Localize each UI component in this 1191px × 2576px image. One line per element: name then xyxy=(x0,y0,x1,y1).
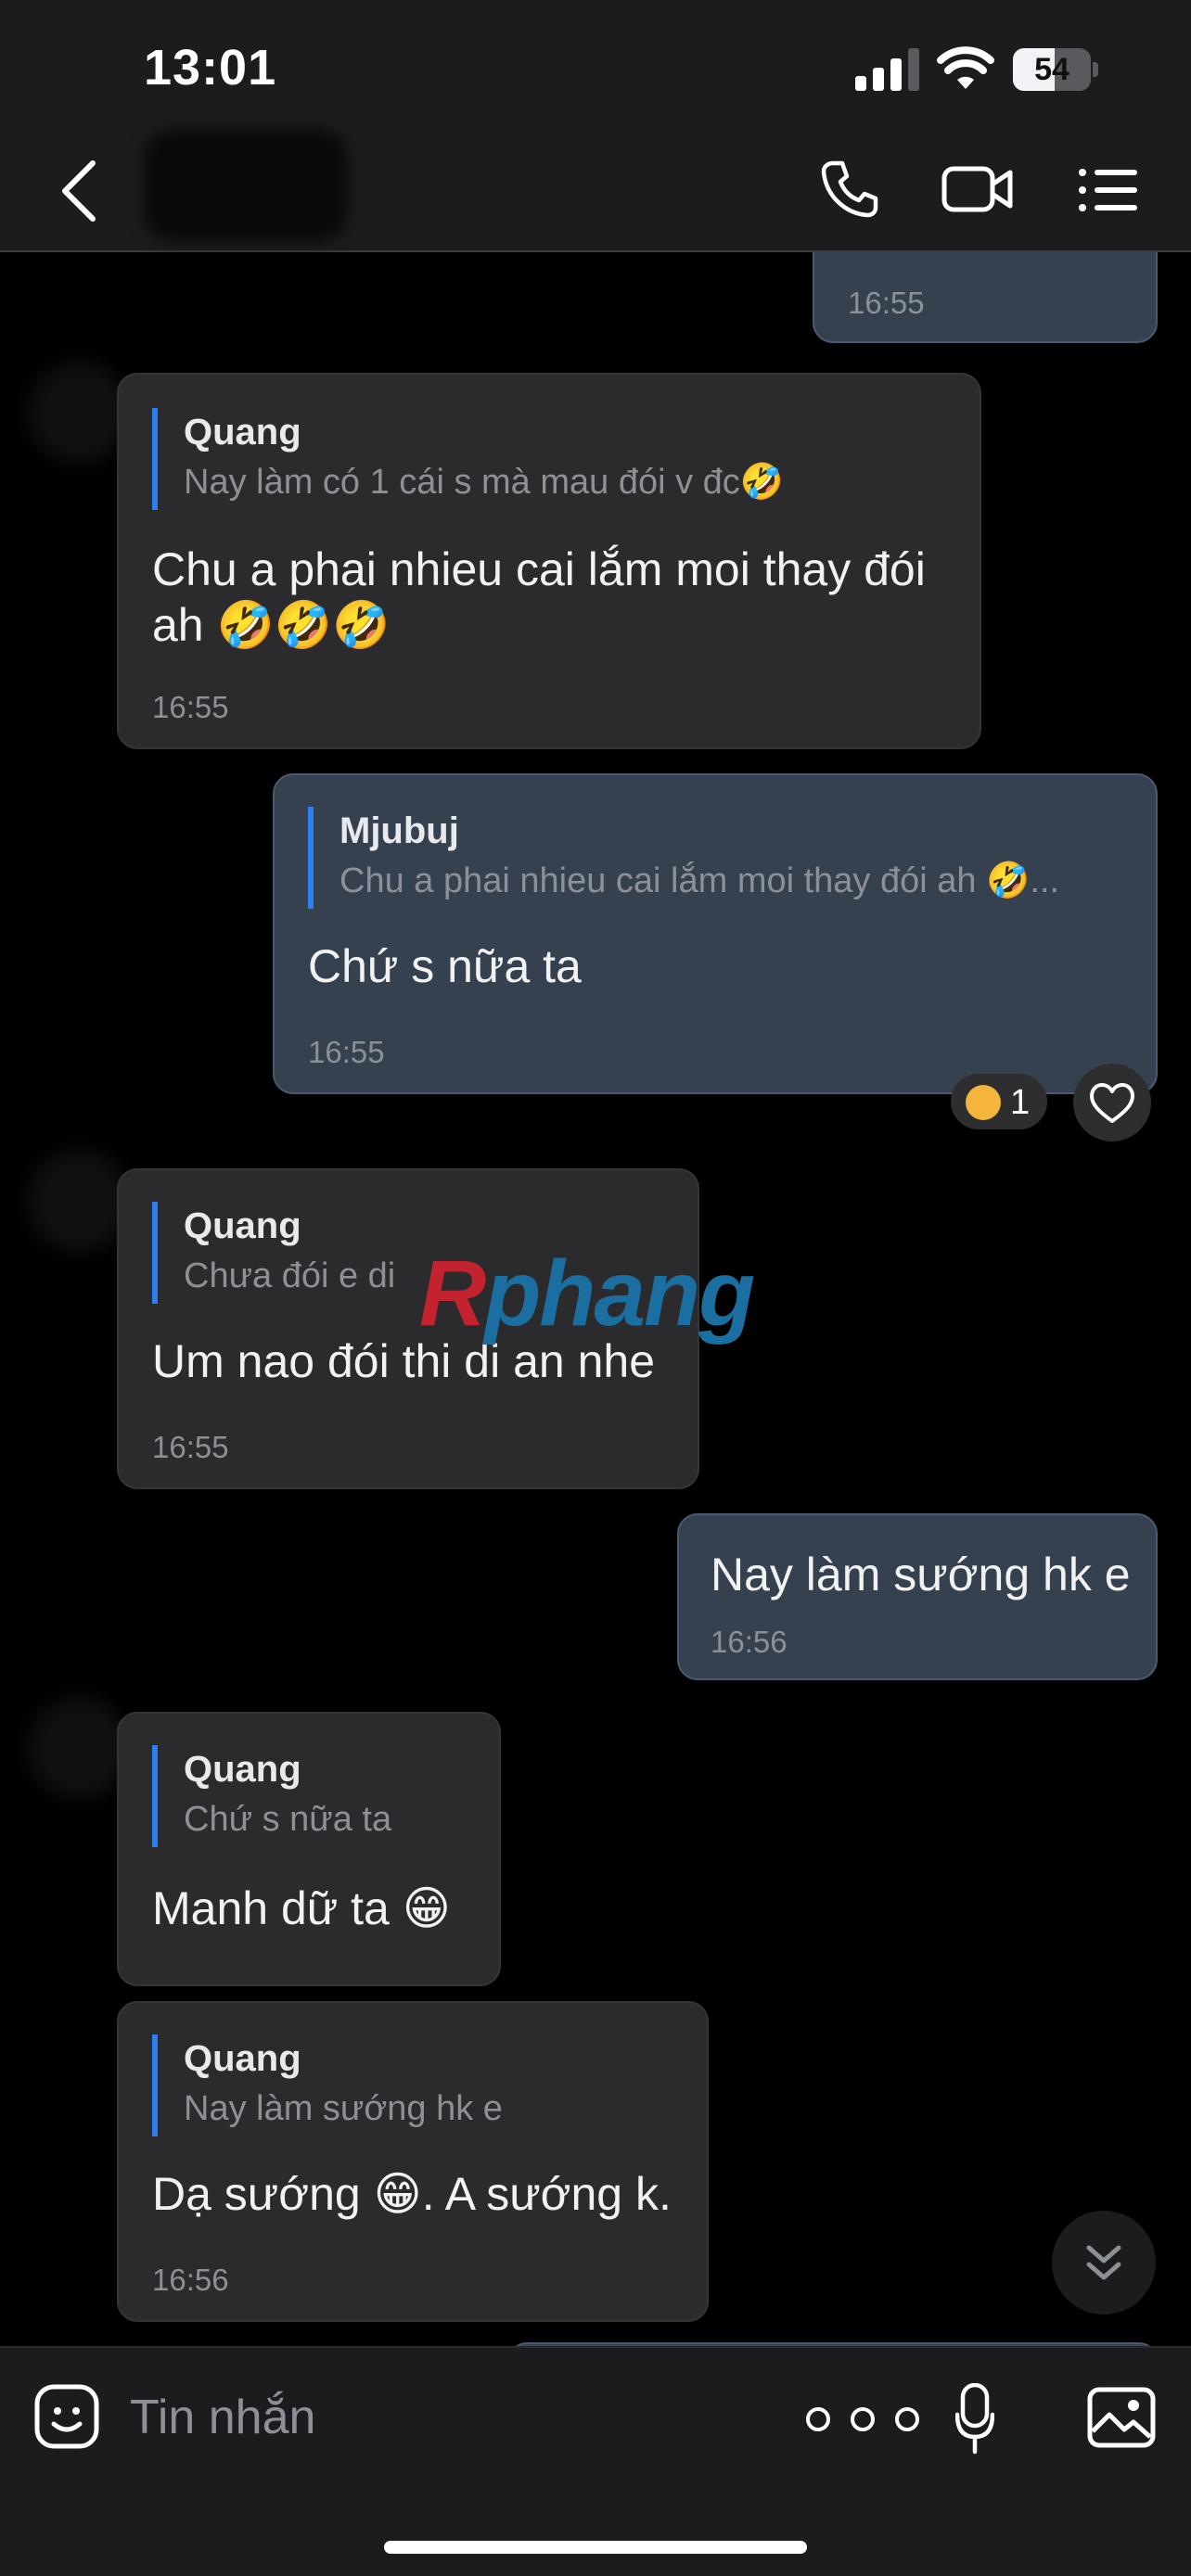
message-bubble-outgoing[interactable]: Mjubuj Chu a phai nhieu cai lắm moi thay… xyxy=(273,773,1158,1094)
message-bubble-incoming[interactable]: Quang Nay làm có 1 cái s mà mau đói v đc… xyxy=(117,373,981,749)
quoted-sender: Quang xyxy=(184,1749,301,1790)
quoted-reply[interactable]: Quang Chưa đói e di xyxy=(152,1202,395,1304)
status-time: 13:01 xyxy=(144,40,277,96)
scroll-to-bottom-button[interactable] xyxy=(1052,2211,1156,2315)
heart-icon xyxy=(1090,1083,1134,1123)
react-button[interactable] xyxy=(1073,1064,1151,1141)
watermark-logo: Rphang xyxy=(419,1242,755,1345)
message-time: 16:55 xyxy=(308,1035,385,1069)
chat-options-button[interactable] xyxy=(1078,167,1137,213)
microphone-button[interactable] xyxy=(955,2383,994,2455)
quoted-sender: Quang xyxy=(184,1205,301,1246)
quoted-sender: Mjubuj xyxy=(339,810,459,851)
chat-header: 13:01 54 xyxy=(0,0,1191,252)
reaction-badge[interactable]: 1 xyxy=(951,1074,1047,1129)
message-time: 16:56 xyxy=(152,2263,229,2297)
message-time: 16:55 xyxy=(848,286,925,320)
message-bubble-incoming[interactable]: Quang Chứ s nữa ta Manh dữ ta 😁 xyxy=(117,1712,501,1986)
quoted-text: Chứ s nữa ta xyxy=(184,1800,392,1839)
message-input[interactable] xyxy=(130,2385,649,2450)
message-time: 16:55 xyxy=(152,690,229,724)
message-text: Nay làm sướng hk e xyxy=(711,1549,1131,1600)
quoted-text: Chưa đói e di xyxy=(184,1256,396,1295)
reaction-count: 1 xyxy=(1010,1083,1031,1122)
more-options-button[interactable] xyxy=(803,2405,922,2433)
back-button[interactable] xyxy=(54,158,102,224)
wifi-icon xyxy=(937,46,994,89)
quoted-reply[interactable]: Quang Nay làm sướng hk e xyxy=(152,2034,503,2136)
battery-indicator: 54 xyxy=(1013,48,1098,91)
message-bubble-outgoing[interactable]: Nay làm sướng hk e 16:56 xyxy=(677,1513,1158,1680)
quoted-reply[interactable]: Mjubuj Chu a phai nhieu cai lắm moi thay… xyxy=(308,807,1059,909)
contact-name-redacted[interactable] xyxy=(144,130,348,241)
quoted-sender: Quang xyxy=(184,2038,301,2079)
video-call-button[interactable] xyxy=(941,163,1014,215)
battery-percent: 54 xyxy=(1034,52,1069,87)
message-text: Manh dữ ta 😁 xyxy=(152,1882,451,1934)
quoted-text: Nay làm sướng hk e xyxy=(184,2089,503,2128)
message-text: Chu a phai nhieu cai lắm moi thay đói ah… xyxy=(152,543,926,651)
quoted-sender: Quang xyxy=(184,412,301,453)
sender-avatar[interactable] xyxy=(28,1150,130,1252)
sender-avatar[interactable] xyxy=(28,362,130,464)
message-text: Chứ s nữa ta xyxy=(308,940,582,992)
message-bubble-incoming[interactable]: Quang Nay làm sướng hk e Dạ sướng 😁. A s… xyxy=(117,2001,709,2322)
quoted-text: Nay làm có 1 cái s mà mau đói v đc🤣 xyxy=(184,463,785,502)
sticker-button[interactable] xyxy=(33,2383,100,2450)
quoted-text: Chu a phai nhieu cai lắm moi thay đói ah… xyxy=(339,861,1060,900)
quoted-reply[interactable]: Quang Nay làm có 1 cái s mà mau đói v đc… xyxy=(152,408,784,510)
message-time: 16:55 xyxy=(152,1430,229,1464)
laughing-face-icon xyxy=(966,1085,1001,1120)
message-text: Dạ sướng 😁. A sướng k. xyxy=(152,2168,672,2220)
message-time: 16:56 xyxy=(711,1625,788,1659)
sender-avatar[interactable] xyxy=(28,1697,130,1799)
image-picker-button[interactable] xyxy=(1087,2387,1156,2448)
home-indicator xyxy=(384,2541,807,2554)
message-composer xyxy=(0,2346,1191,2576)
quoted-reply[interactable]: Quang Chứ s nữa ta xyxy=(152,1745,391,1847)
voice-call-button[interactable] xyxy=(820,159,879,219)
double-chevron-down-icon xyxy=(1086,2245,1121,2280)
cellular-signal-icon xyxy=(855,48,919,91)
